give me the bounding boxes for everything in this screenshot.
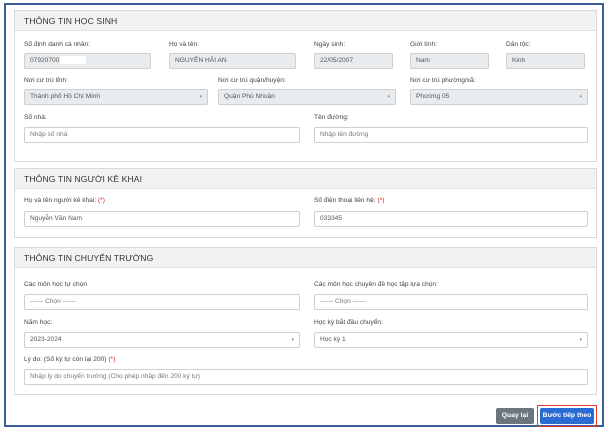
section-title-student: THÔNG TIN HỌC SINH <box>15 11 596 31</box>
form-actions: Quay lại Bước tiếp theo <box>14 403 597 429</box>
street-input[interactable]: Nhập tên đường <box>314 127 588 143</box>
province-label: Nơi cư trú tỉnh: <box>24 77 68 84</box>
dob-label: Ngày sinh: <box>314 41 346 48</box>
ethnic-label: Dân tộc: <box>506 41 531 48</box>
required-mark: (*) <box>98 197 105 204</box>
reason-label: Lý do: (Số ký tự còn lại 200) (*) <box>24 356 115 363</box>
specialized-label: Các môn học chuyên đề học tập lựa chọn: <box>314 281 438 288</box>
required-mark: (*) <box>377 197 385 204</box>
province-select[interactable]: Thành phố Hồ Chí Minh ▾ <box>24 89 208 105</box>
gender-label: Giới tính: <box>410 41 438 48</box>
form-frame: THÔNG TIN HỌC SINH Số định danh cá nhân:… <box>4 3 604 427</box>
declarant-name-label: Họ và tên người kê khai: (*) <box>24 197 105 204</box>
district-select[interactable]: Quận Phú Nhuận ▾ <box>218 89 396 105</box>
house-label: Số nhà: <box>24 114 47 121</box>
street-label: Tên đường: <box>314 114 349 121</box>
name-label: Họ và tên: <box>169 41 200 48</box>
reason-label-text: Lý do: (Số ký tự còn lại 200) <box>24 356 107 363</box>
section-title-transfer: THÔNG TIN CHUYỂN TRƯỜNG <box>15 248 596 268</box>
id-label: Số định danh cá nhân: <box>24 41 90 48</box>
chevron-down-icon: ▾ <box>291 337 294 343</box>
year-value: 2023-2024 <box>30 336 62 343</box>
gender-field: Nam <box>410 53 489 69</box>
declarant-info-section: THÔNG TIN NGƯỜI KÊ KHAI Họ và tên người … <box>14 168 597 238</box>
declarant-name-label-text: Họ và tên người kê khai: <box>24 197 97 204</box>
student-info-section: THÔNG TIN HỌC SINH Số định danh cá nhân:… <box>14 10 597 162</box>
transfer-info-section: THÔNG TIN CHUYỂN TRƯỜNG Các môn học tự c… <box>14 247 597 395</box>
chevron-down-icon: ▾ <box>199 94 202 100</box>
chevron-down-icon: ▾ <box>579 337 582 343</box>
name-field: NGUYỄN HẢI AN <box>169 53 296 69</box>
semester-label: Học kỳ bắt đầu chuyển: <box>314 319 383 326</box>
chevron-down-icon: ▾ <box>579 94 582 100</box>
elective-label: Các môn học tự chọn <box>24 281 88 288</box>
ward-label: Nơi cư trú phường/xã: <box>410 77 476 84</box>
semester-select[interactable]: Học kỳ 1 ▾ <box>314 332 588 348</box>
section-title-declarant: THÔNG TIN NGƯỜI KÊ KHAI <box>15 169 596 189</box>
id-field: 07920700 <box>24 53 151 69</box>
next-button[interactable]: Bước tiếp theo <box>540 408 594 424</box>
district-label: Nơi cư trú quận/huyện: <box>218 77 286 84</box>
phone-label: Số điện thoại liên hệ: (*) <box>314 197 384 204</box>
province-value: Thành phố Hồ Chí Minh <box>30 93 101 100</box>
phone-label-text: Số điện thoại liên hệ: <box>314 197 376 204</box>
ward-select[interactable]: Phường 05 ▾ <box>410 89 588 105</box>
required-mark: (*) <box>108 356 116 363</box>
chevron-down-icon: ▾ <box>387 94 390 100</box>
dob-field: 22/05/2007 <box>314 53 393 69</box>
year-label: Năm học: <box>24 319 53 326</box>
semester-value: Học kỳ 1 <box>320 336 346 343</box>
reason-input[interactable]: Nhập lý do chuyển trường (Cho phép nhập … <box>24 369 588 385</box>
redaction-mask <box>60 56 87 65</box>
district-value: Quận Phú Nhuận <box>224 93 275 100</box>
back-button[interactable]: Quay lại <box>496 408 534 424</box>
house-input[interactable]: Nhập số nhà <box>24 127 300 143</box>
elective-select[interactable]: ------ Chọn ------ <box>24 294 300 310</box>
ward-value: Phường 05 <box>416 93 450 100</box>
phone-input[interactable]: 033345 <box>314 211 588 227</box>
specialized-select[interactable]: ------ Chọn ------ <box>314 294 588 310</box>
ethnic-field: Kinh <box>506 53 585 69</box>
id-value: 07920700 <box>30 57 60 64</box>
year-select[interactable]: 2023-2024 ▾ <box>24 332 300 348</box>
declarant-name-input[interactable]: Nguyễn Văn Nam <box>24 211 300 227</box>
